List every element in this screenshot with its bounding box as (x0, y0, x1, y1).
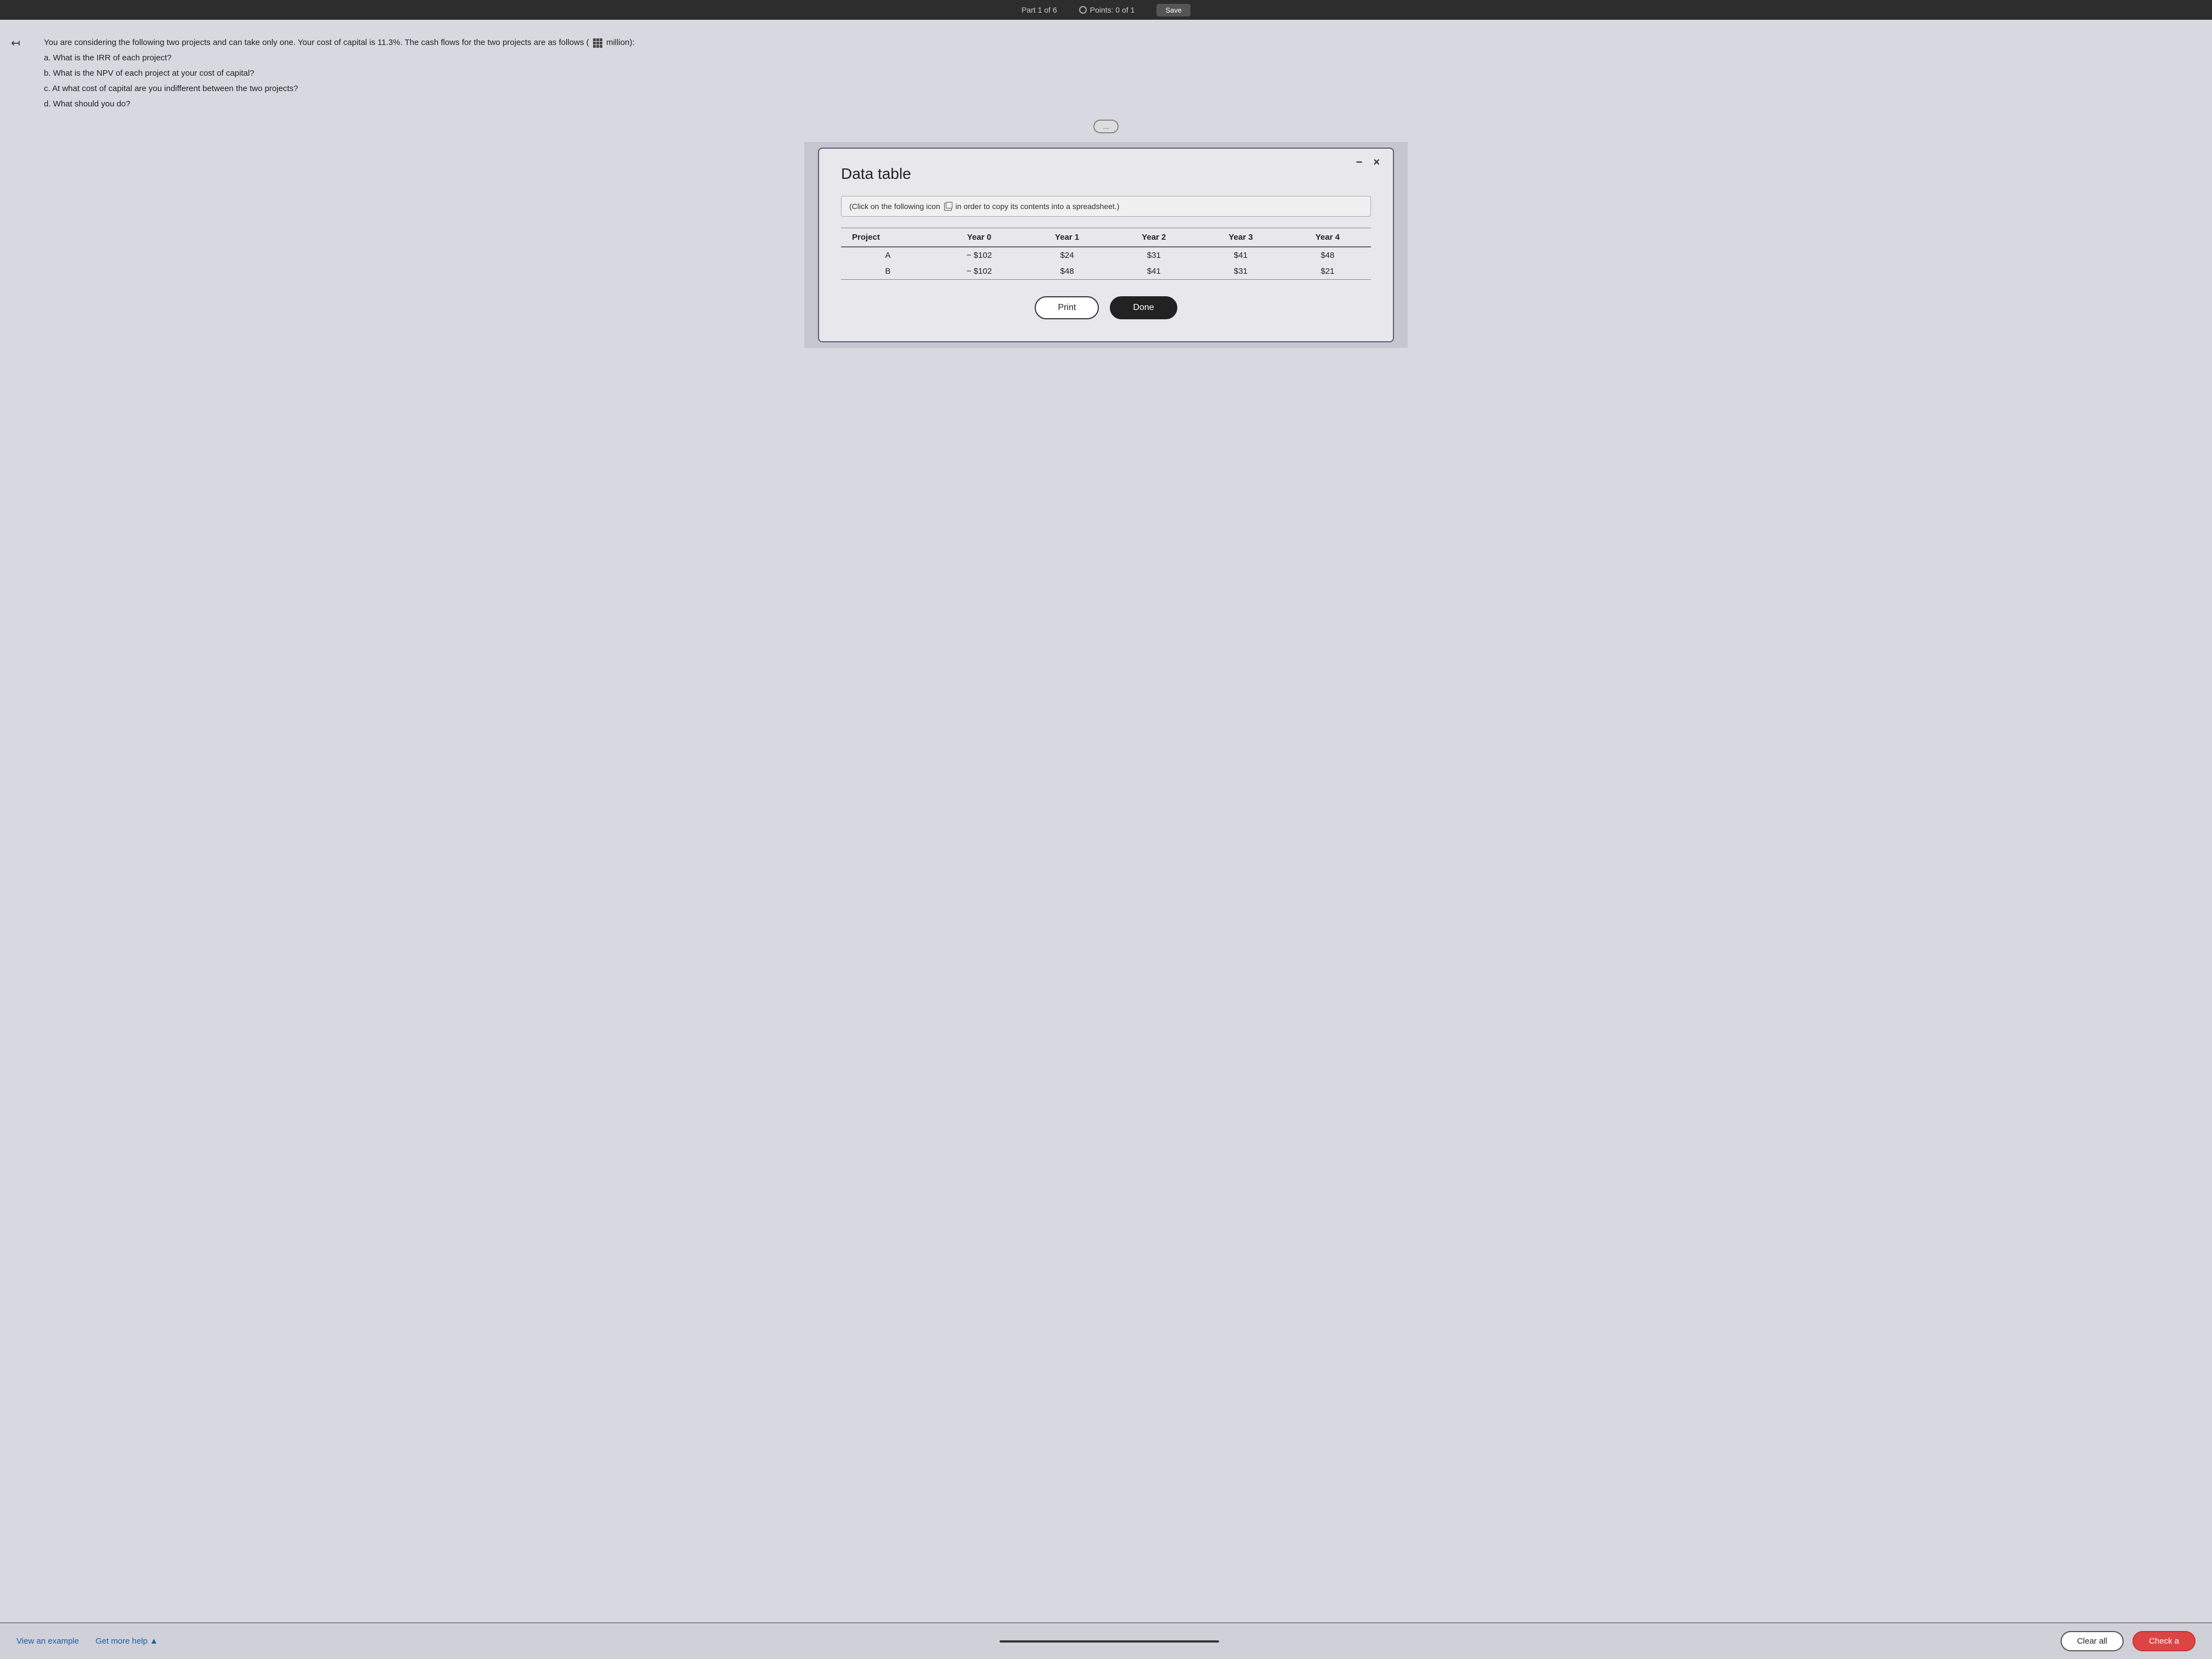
table-cell: $48 (1024, 263, 1110, 280)
question-part-a: a. What is the IRR of each project? (44, 52, 647, 65)
col-header-year2: Year 2 (1110, 228, 1197, 247)
top-bar: Part 1 of 6 Points: 0 of 1 Save (0, 0, 2212, 20)
table-cell: $31 (1110, 247, 1197, 263)
bottom-divider (1000, 1640, 1219, 1643)
bottom-bar: View an example Get more help ▲ Clear al… (0, 1622, 2212, 1659)
table-header-row: Project Year 0 Year 1 Year 2 Year 3 Year… (841, 228, 1371, 247)
modal-controls: − × (1354, 156, 1382, 169)
copy-icon[interactable] (944, 203, 952, 211)
col-header-year3: Year 3 (1197, 228, 1284, 247)
modal-minimize-button[interactable]: − (1354, 156, 1365, 169)
more-divider: ... (16, 120, 2196, 133)
table-cell: − $102 (935, 263, 1024, 280)
points-section: Points: 0 of 1 (1079, 5, 1135, 14)
col-header-project: Project (841, 228, 935, 247)
view-example-link[interactable]: View an example (16, 1637, 79, 1646)
table-cell: $48 (1284, 247, 1371, 263)
modal-buttons: Print Done (841, 296, 1371, 319)
modal-close-button[interactable]: × (1371, 156, 1382, 169)
back-button[interactable]: ↤ (11, 36, 20, 50)
table-row: B− $102$48$41$31$21 (841, 263, 1371, 280)
data-table-modal: − × Data table (Click on the following i… (818, 148, 1394, 342)
table-cell: $41 (1197, 247, 1284, 263)
points-label: Points: 0 of 1 (1090, 5, 1135, 14)
modal-title: Data table (841, 165, 1371, 183)
table-cell: $31 (1197, 263, 1284, 280)
print-button[interactable]: Print (1035, 296, 1099, 319)
grid-icon (593, 38, 602, 48)
bottom-left: View an example Get more help ▲ (16, 1637, 158, 1646)
main-content: ↤ You are considering the following two … (0, 20, 2212, 1659)
check-answer-button[interactable]: Check a (2132, 1631, 2196, 1651)
bottom-right: Clear all Check a (2061, 1631, 2196, 1651)
table-row: A− $102$24$31$41$48 (841, 247, 1371, 263)
done-button[interactable]: Done (1110, 296, 1177, 319)
col-header-year0: Year 0 (935, 228, 1024, 247)
points-circle-icon (1079, 6, 1087, 14)
clear-all-button[interactable]: Clear all (2061, 1631, 2124, 1651)
question-part-b: b. What is the NPV of each project at yo… (44, 67, 647, 80)
table-cell: − $102 (935, 247, 1024, 263)
table-cell: $21 (1284, 263, 1371, 280)
data-table: Project Year 0 Year 1 Year 2 Year 3 Year… (841, 228, 1371, 280)
more-button[interactable]: ... (1093, 120, 1119, 133)
table-cell: $41 (1110, 263, 1197, 280)
modal-instruction: (Click on the following icon in order to… (841, 196, 1371, 217)
table-cell: A (841, 247, 935, 263)
table-cell: B (841, 263, 935, 280)
save-button[interactable]: Save (1156, 4, 1190, 16)
modal-overlay: − × Data table (Click on the following i… (804, 142, 1408, 348)
table-cell: $24 (1024, 247, 1110, 263)
col-header-year4: Year 4 (1284, 228, 1371, 247)
question-text: You are considering the following two pr… (44, 36, 647, 111)
get-more-help-link[interactable]: Get more help ▲ (95, 1637, 158, 1646)
col-header-year1: Year 1 (1024, 228, 1110, 247)
question-intro: You are considering the following two pr… (44, 38, 635, 47)
part-label: Part 1 of 6 (1022, 5, 1057, 14)
question-part-d: d. What should you do? (44, 98, 647, 111)
question-part-c: c. At what cost of capital are you indif… (44, 82, 647, 95)
